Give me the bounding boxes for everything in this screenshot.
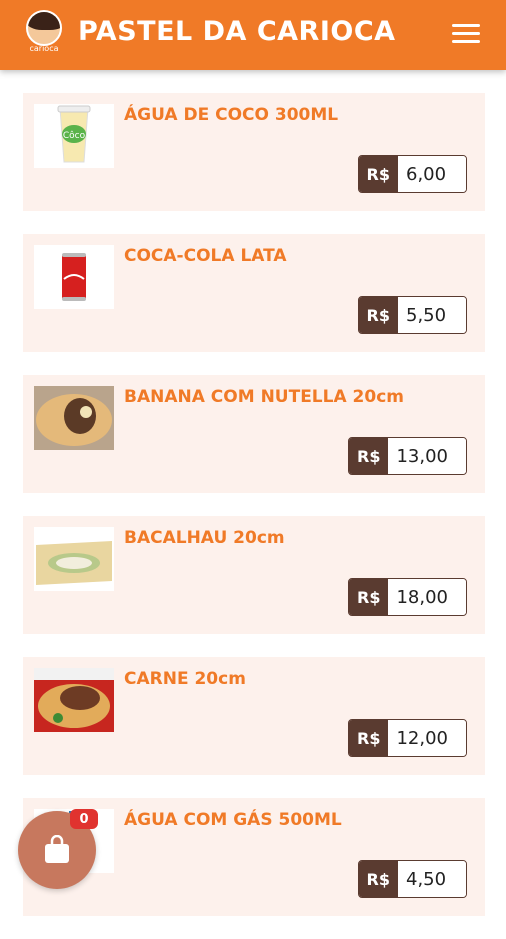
product-name: CARNE 20cm <box>124 669 246 689</box>
product-card[interactable]: BANANA COM NUTELLA 20cm R$ 13,00 <box>23 375 485 493</box>
product-image <box>34 245 114 309</box>
currency-label: R$ <box>349 720 389 756</box>
logo-face-icon <box>26 10 62 46</box>
product-card[interactable]: BACALHAU 20cm R$ 18,00 <box>23 516 485 634</box>
product-card[interactable]: COCA-COLA LATA R$ 5,50 <box>23 234 485 352</box>
app-header: carioca PASTEL DA CARIOCA <box>0 0 506 70</box>
currency-label: R$ <box>358 861 398 897</box>
price-button[interactable]: R$ 5,50 <box>357 296 467 334</box>
product-image: Côco <box>34 104 114 168</box>
brand-logo[interactable]: carioca <box>24 10 64 58</box>
currency-label: R$ <box>349 438 389 474</box>
price-value: 13,00 <box>388 438 466 474</box>
svg-text:Côco: Côco <box>63 130 86 141</box>
product-card[interactable]: CARNE 20cm R$ 12,00 <box>23 657 485 775</box>
price-value: 6,00 <box>398 156 466 192</box>
price-button[interactable]: R$ 13,00 <box>348 437 467 475</box>
currency-label: R$ <box>358 297 398 333</box>
product-name: COCA-COLA LATA <box>124 246 287 266</box>
currency-label: R$ <box>358 156 398 192</box>
product-image <box>34 668 114 732</box>
product-name: BACALHAU 20cm <box>124 528 285 548</box>
price-button[interactable]: R$ 4,50 <box>357 860 467 898</box>
price-button[interactable]: R$ 18,00 <box>348 578 467 616</box>
currency-label: R$ <box>349 579 389 615</box>
price-button[interactable]: R$ 12,00 <box>348 719 467 757</box>
price-value: 12,00 <box>388 720 466 756</box>
cart-count-badge: 0 <box>70 809 98 829</box>
hamburger-menu-icon[interactable] <box>452 24 480 46</box>
product-image <box>34 386 114 450</box>
price-button[interactable]: R$ 6,00 <box>357 155 467 193</box>
product-image <box>34 527 114 591</box>
product-card[interactable]: Côco ÁGUA DE COCO 300ML R$ 6,00 <box>23 93 485 211</box>
product-name: ÁGUA DE COCO 300ML <box>124 105 339 125</box>
shopping-bag-icon <box>45 835 69 863</box>
page-title: PASTEL DA CARIOCA <box>78 16 396 47</box>
price-value: 4,50 <box>398 861 466 897</box>
product-name: ÁGUA COM GÁS 500ML <box>124 810 342 830</box>
product-name: BANANA COM NUTELLA 20cm <box>124 387 404 407</box>
price-value: 5,50 <box>398 297 466 333</box>
price-value: 18,00 <box>388 579 466 615</box>
